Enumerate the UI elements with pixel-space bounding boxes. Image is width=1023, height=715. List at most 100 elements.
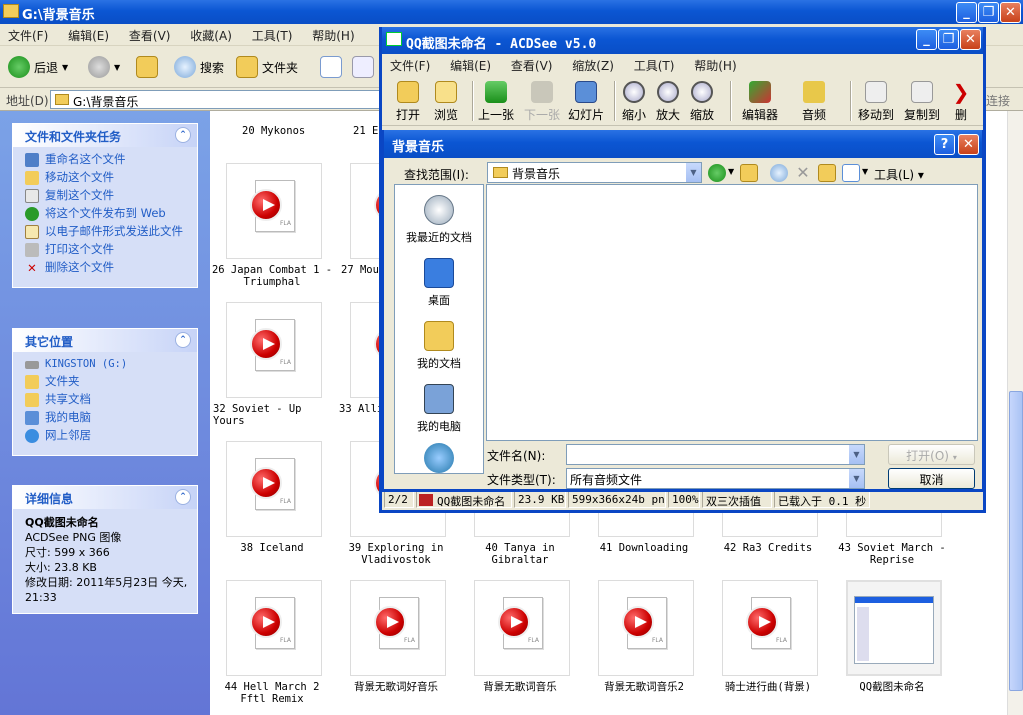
details-header[interactable]: 详细信息 ⌃ — [13, 486, 197, 509]
delete-icon[interactable]: ✕ — [794, 164, 812, 182]
folder-up-icon[interactable] — [740, 164, 758, 182]
cut-button[interactable] — [320, 53, 342, 81]
audio-button[interactable]: 音频 — [802, 81, 826, 123]
place-my-documents[interactable]: 我的文档 — [395, 321, 483, 371]
file-tile-selected[interactable]: QQ截图未命名 — [830, 580, 954, 710]
file-tile[interactable]: FLA 32 Soviet - Up Yours — [210, 302, 334, 432]
menu-zoom[interactable]: 缩放(Z) — [564, 54, 622, 74]
menu-tools[interactable]: 工具(T) — [244, 24, 301, 44]
file-tile[interactable]: FLA 背景无歌词好音乐 — [334, 580, 458, 710]
zoom-out-button[interactable]: 缩小 — [622, 81, 646, 123]
other-places-header[interactable]: 其它位置 ⌃ — [13, 329, 197, 352]
help-button[interactable]: ? — [934, 134, 955, 155]
chevron-down-icon[interactable]: ▼ — [685, 163, 701, 182]
file-label[interactable]: 21 E — [353, 125, 378, 137]
file-tile[interactable]: FLA 骑士进行曲(背景) — [706, 580, 830, 710]
menu-help[interactable]: 帮助(H) — [686, 54, 744, 74]
chevron-down-icon[interactable]: ▼ — [848, 469, 864, 488]
place-desktop[interactable]: 桌面 — [395, 258, 483, 308]
file-tile[interactable]: FLA 38 Iceland — [210, 441, 334, 571]
chevron-down-icon[interactable]: ▼ — [728, 167, 734, 176]
new-folder-icon[interactable] — [818, 164, 836, 182]
minimize-button[interactable]: _ — [956, 2, 977, 23]
place-network[interactable] — [395, 443, 483, 473]
menu-file[interactable]: 文件(F) — [382, 54, 438, 74]
place-network[interactable]: 网上邻居 — [25, 429, 189, 443]
chevron-down-icon[interactable]: ▼ — [862, 167, 868, 176]
previous-button[interactable]: 上一张 — [478, 81, 514, 123]
delete-link[interactable]: ✕ 删除这个文件 — [25, 261, 189, 276]
back-icon[interactable] — [708, 164, 726, 182]
collapse-icon[interactable]: ⌃ — [175, 332, 191, 348]
file-tile[interactable]: FLA 44 Hell March 2 Fftl Remix — [210, 580, 334, 710]
back-button[interactable]: 后退 ▼ — [8, 53, 68, 81]
explorer-titlebar[interactable]: G:\背景音乐 _ ❐ ✕ — [0, 0, 1023, 24]
up-button[interactable] — [136, 53, 158, 81]
email-link[interactable]: 以电子邮件形式发送此文件 — [25, 225, 189, 239]
forward-button[interactable]: ▼ — [88, 53, 120, 81]
maximize-button[interactable]: ❐ — [978, 2, 999, 23]
close-button[interactable]: ✕ — [1000, 2, 1021, 23]
browse-button[interactable]: 浏览 — [434, 81, 458, 123]
minimize-button[interactable]: _ — [916, 29, 937, 50]
menu-edit[interactable]: 编辑(E) — [442, 54, 499, 74]
rename-link[interactable]: 重命名这个文件 — [25, 153, 189, 167]
look-in-select[interactable]: 背景音乐 ▼ — [487, 162, 702, 183]
menu-view[interactable]: 查看(V) — [503, 54, 561, 74]
menu-view[interactable]: 查看(V) — [121, 24, 179, 44]
next-button[interactable]: 下一张 — [524, 81, 560, 123]
menu-edit[interactable]: 编辑(E) — [60, 24, 117, 44]
filename-input[interactable]: ▼ — [566, 444, 865, 465]
search-web-icon[interactable] — [770, 164, 788, 182]
filetype-select[interactable]: 所有音频文件 ▼ — [566, 468, 865, 489]
place-kingston[interactable]: KINGSTON (G:) — [25, 358, 189, 371]
place-shared-docs[interactable]: 共享文档 — [25, 393, 189, 407]
file-label[interactable]: 20 Mykonos — [242, 125, 305, 137]
delete-button[interactable]: ❯ 删 — [950, 81, 972, 123]
views-icon[interactable] — [842, 164, 860, 182]
cancel-button[interactable]: 取消 — [888, 468, 975, 489]
print-link[interactable]: 打印这个文件 — [25, 243, 189, 257]
close-button[interactable]: ✕ — [960, 29, 981, 50]
file-tile[interactable]: FLA 背景无歌词音乐2 — [582, 580, 706, 710]
file-tasks-header[interactable]: 文件和文件夹任务 ⌃ — [13, 124, 197, 147]
file-tile[interactable]: FLA 26 Japan Combat 1 - Triumphal — [210, 163, 334, 293]
open-button[interactable]: 打开 — [396, 81, 420, 123]
collapse-icon[interactable]: ⌃ — [175, 489, 191, 505]
place-my-computer[interactable]: 我的电脑 — [395, 384, 483, 434]
menu-help[interactable]: 帮助(H) — [304, 24, 362, 44]
slideshow-button[interactable]: 幻灯片 — [568, 81, 604, 123]
acdsee-titlebar[interactable]: QQ截图未命名 - ACDSee v5.0 _ ❐ ✕ — [382, 27, 983, 54]
vertical-scrollbar[interactable] — [1007, 111, 1023, 715]
tools-menu[interactable]: 工具(L) ▾ — [874, 166, 924, 183]
move-link[interactable]: 移动这个文件 — [25, 171, 189, 185]
place-recent[interactable]: 我最近的文档 — [395, 195, 483, 245]
search-button[interactable]: 搜索 — [174, 53, 224, 81]
copy-link[interactable]: 复制这个文件 — [25, 189, 189, 203]
collapse-icon[interactable]: ⌃ — [175, 127, 191, 143]
editor-button[interactable]: 编辑器 — [742, 81, 778, 123]
menu-file[interactable]: 文件(F) — [0, 24, 56, 44]
file-tile[interactable]: FLA 背景无歌词音乐 — [458, 580, 582, 710]
open-file-button[interactable]: 打开(O) ▾ — [888, 444, 975, 465]
zoom-button[interactable]: 缩放 — [690, 81, 714, 123]
menu-tools[interactable]: 工具(T) — [626, 54, 683, 74]
publish-web-link[interactable]: 将这个文件发布到 Web — [25, 207, 189, 221]
maximize-button[interactable]: ❐ — [938, 29, 959, 50]
copy-to-button[interactable]: 复制到 — [904, 81, 940, 123]
links-label[interactable]: 连接 — [986, 92, 1010, 109]
close-button[interactable]: ✕ — [958, 134, 979, 155]
copy-button[interactable] — [352, 53, 374, 81]
move-to-button[interactable]: 移动到 — [858, 81, 894, 123]
zoom-in-button[interactable]: 放大 — [656, 81, 680, 123]
address-input[interactable]: G:\背景音乐 — [50, 90, 390, 109]
menu-favorites[interactable]: 收藏(A) — [182, 24, 240, 44]
place-my-computer[interactable]: 我的电脑 — [25, 411, 189, 425]
dialog-titlebar[interactable]: 背景音乐 ? ✕ — [384, 130, 982, 158]
file-list[interactable] — [486, 184, 978, 441]
place-folder[interactable]: 文件夹 — [25, 375, 189, 389]
chevron-down-icon[interactable]: ▼ — [848, 445, 864, 464]
scroll-thumb[interactable] — [1009, 391, 1023, 691]
detail-type: ACDSee PNG 图像 — [25, 531, 122, 544]
folders-button[interactable]: 文件夹 — [236, 53, 298, 81]
